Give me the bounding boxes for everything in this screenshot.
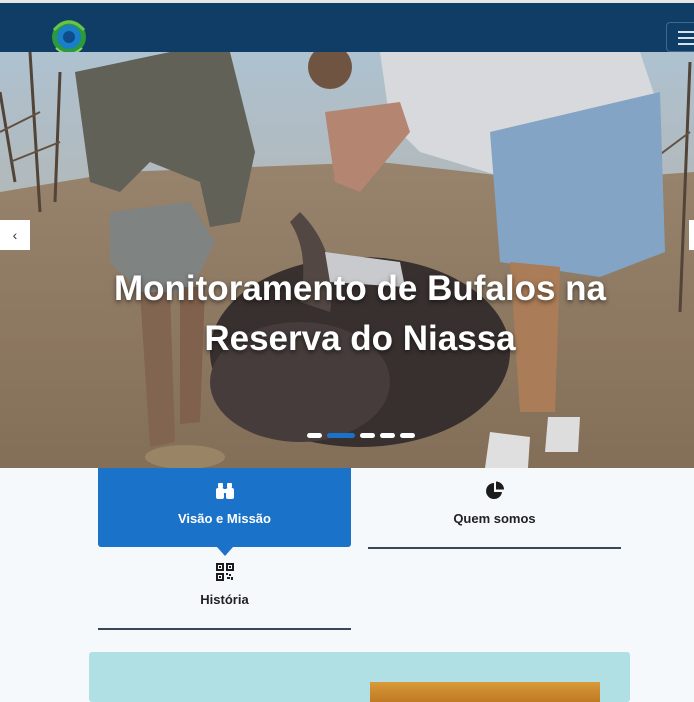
hero-title: Monitoramento de Bufalos na Reserva do N… [114,269,606,358]
navbar [0,3,694,59]
panel-image [370,682,600,702]
binoculars-icon [215,481,235,501]
carousel-indicator[interactable] [380,433,395,438]
pie-chart-icon [485,481,505,501]
hero-carousel: ‹ Monitoramento de Bufalos na Reserva do… [0,52,694,468]
carousel-prev-button[interactable]: ‹ [0,220,30,250]
tab-label: Quem somos [453,511,536,526]
hero-photo [0,52,694,468]
tab-historia[interactable]: História [98,549,351,630]
hamburger-menu-icon[interactable] [666,22,694,52]
tab-quem-somos[interactable]: Quem somos [368,468,621,549]
tab-label: História [200,592,249,607]
carousel-next-button[interactable] [689,220,694,250]
tab-visao-e-missao[interactable]: Visão e Missão [98,468,351,556]
carousel-indicator[interactable] [360,433,375,438]
chevron-left-icon: ‹ [12,227,18,243]
qr-code-icon [215,562,235,582]
tab-label: Visão e Missão [178,511,271,526]
carousel-indicator[interactable] [400,433,415,438]
carousel-indicators [307,433,415,439]
carousel-indicator-active[interactable] [327,433,355,438]
carousel-indicator[interactable] [307,433,322,438]
